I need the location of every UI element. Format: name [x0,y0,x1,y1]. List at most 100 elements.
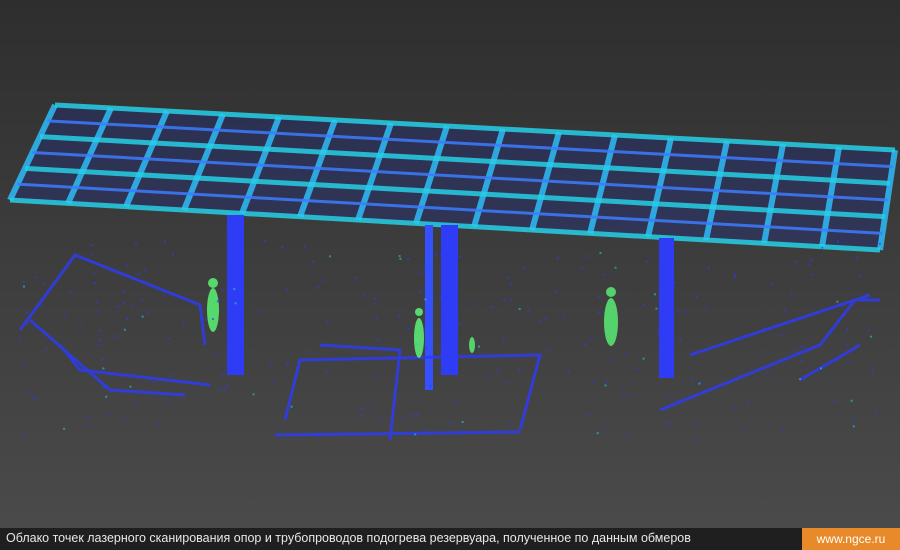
scan-point [662,368,665,371]
scan-point [596,432,599,435]
scan-point [871,371,874,374]
scan-point [234,302,237,305]
scan-point [684,310,687,313]
scan-point [415,343,418,346]
scan-point [668,424,671,427]
scan-point [234,269,237,272]
scan-point [867,329,870,332]
scan-point [229,328,232,331]
scan-point [523,266,526,269]
scan-point [698,382,701,385]
scan-point [446,323,449,326]
scan-point [182,323,185,326]
scan-point [96,310,99,313]
scan-point [329,255,332,258]
scan-point [800,359,803,362]
scan-point [102,386,104,389]
scan-point [101,357,104,360]
scan-point [734,408,737,411]
scan-point [555,290,558,293]
scan-point [435,253,438,256]
scan-point [98,329,101,332]
scan-point [325,371,328,374]
scan-point [478,345,480,348]
scan-point [734,275,736,278]
scan-point [440,252,442,255]
scan-point [123,328,126,331]
scan-point [214,353,217,356]
scan-point [97,343,100,346]
scan-point [665,407,668,409]
scan-point [655,307,658,310]
point-cloud-scan [0,0,900,528]
scan-point [226,384,229,387]
scan-point [205,318,207,321]
scan-point [407,327,410,330]
scan-point [783,308,786,311]
scan-point [697,423,700,425]
scan-point [44,347,47,350]
scan-point [799,378,802,381]
scan-point [140,299,143,302]
scan-point [458,255,461,258]
site-link[interactable]: www.ngce.ru [802,528,900,550]
scan-point [157,424,159,427]
person [469,337,475,353]
scan-point [734,273,737,276]
scan-point [99,339,102,341]
scan-point [799,345,802,348]
scan-point [665,396,668,399]
scan-point [771,283,774,286]
scan-point [418,271,420,274]
scan-point [846,328,849,331]
scan-point [807,263,810,266]
scan-point [222,374,225,377]
person [606,287,616,297]
scan-point [676,310,679,313]
scan-point [441,352,444,355]
scan-point [510,422,513,425]
scan-point [841,305,844,307]
scan-point [461,421,464,423]
scan-point [429,385,432,387]
scan-point [856,256,859,259]
column [227,215,244,375]
scan-point [141,315,144,318]
scan-point [562,314,565,317]
scan-point [414,433,417,436]
scan-point [672,356,675,359]
scan-point [221,289,224,292]
pipeline [29,318,186,397]
scan-point [312,261,315,263]
scan-point [584,343,587,346]
person [207,288,219,332]
scan-point [223,388,226,391]
scan-point [172,254,175,257]
scan-point [374,302,377,305]
scan-point [22,280,25,283]
scan-point [657,331,660,334]
scan-point [606,381,609,384]
scan-point [93,272,96,275]
person [414,318,424,358]
scan-point [373,296,376,299]
scan-point [416,413,418,416]
caption-bar: Облако точек лазерного сканирования опор… [0,528,900,550]
scan-point [143,269,146,272]
scan-point [439,295,442,298]
scan-point [866,292,868,295]
scan-point [538,320,541,323]
scan-point [94,282,97,285]
scan-point [695,295,698,298]
scan-point [673,281,676,284]
scan-point [599,252,602,254]
scan-point [507,276,510,279]
scan-point [875,409,878,412]
scan-point [90,244,93,247]
scan-point [423,328,426,331]
scan-point [646,260,649,263]
scan-point [286,363,289,366]
scan-point [679,338,682,341]
scan-point [399,257,402,260]
scan-point [666,421,669,424]
